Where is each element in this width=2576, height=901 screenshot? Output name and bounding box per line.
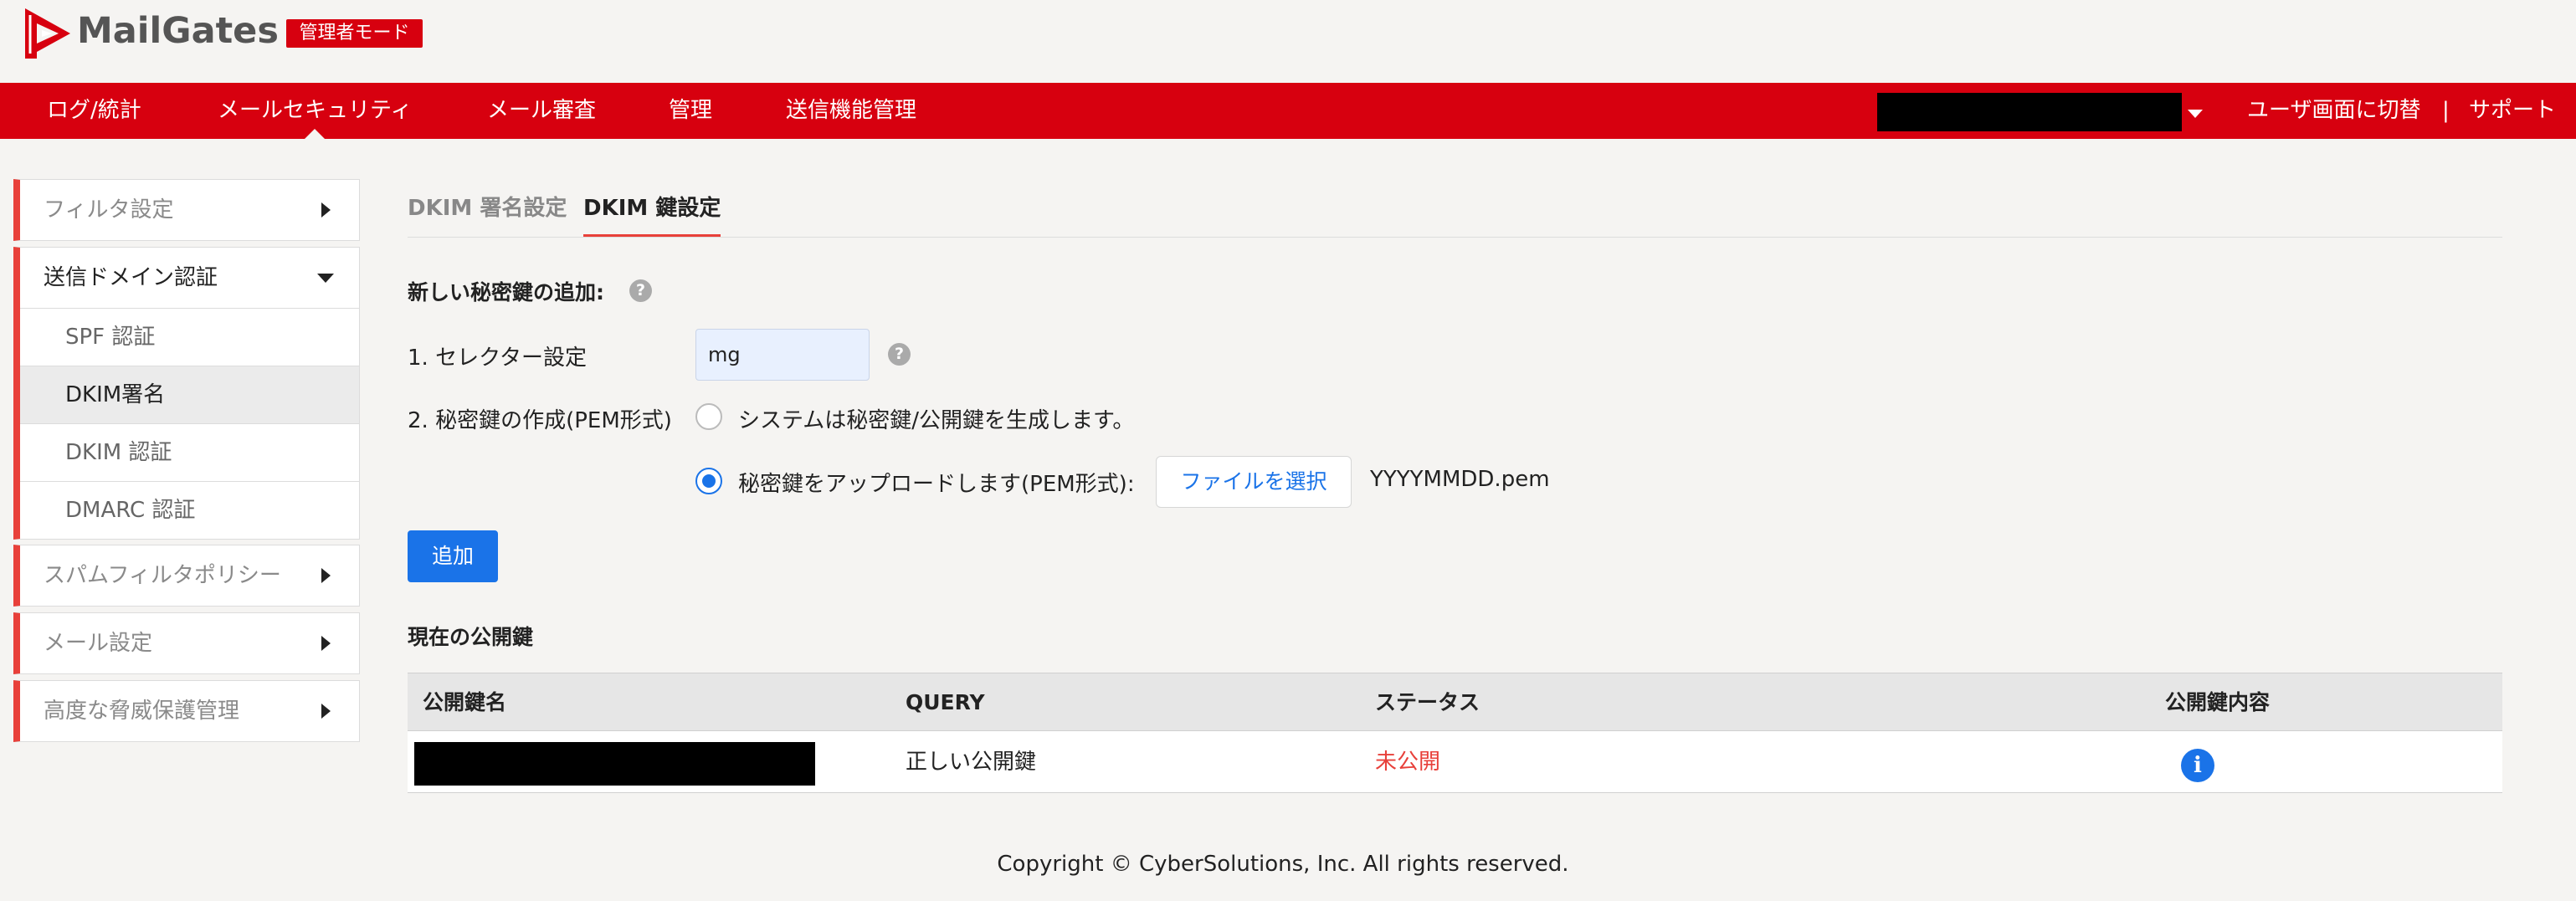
info-icon[interactable]: i	[2181, 749, 2214, 782]
help-icon[interactable]: ?	[629, 279, 652, 302]
query-cell: 正しい公開鍵	[906, 750, 1037, 775]
column-header-query: QUERY	[906, 690, 985, 714]
sidebar-group-text: 送信ドメイン認証	[44, 265, 218, 290]
sidebar-item-dkim-auth[interactable]: DKIM 認証	[20, 423, 359, 481]
chevron-down-icon[interactable]	[2188, 110, 2203, 118]
tab-dkim-key-settings[interactable]: DKIM 鍵設定	[583, 182, 721, 238]
support-link[interactable]: サポート	[2469, 83, 2556, 139]
sidebar-group-text: フィルタ設定	[44, 197, 174, 223]
selector-label: 1. セレクター設定	[408, 346, 588, 371]
switch-user-link[interactable]: ユーザ画面に切替	[2247, 83, 2420, 139]
sidebar-group-label[interactable]: メール設定	[20, 613, 359, 673]
sidebar-item-dkim-sign[interactable]: DKIM署名	[20, 366, 359, 423]
sidebar-group-label[interactable]: フィルタ設定	[20, 180, 359, 240]
sidebar-group-text: メール設定	[44, 631, 153, 656]
sidebar-group-threat-protection[interactable]: 高度な脅威保護管理	[13, 680, 360, 742]
tab-dkim-sign-settings[interactable]: DKIM 署名設定	[408, 182, 567, 238]
chevron-right-icon	[321, 704, 331, 719]
selected-file-name: YYYYMMDD.pem	[1370, 467, 1550, 492]
logo-bar: MailGates 管理者モード	[0, 0, 2576, 83]
table-header: 公開鍵名 QUERY ステータス 公開鍵内容	[408, 673, 2502, 731]
footer: Copyright © CyberSolutions, Inc. All rig…	[0, 852, 2576, 877]
nav-active-indicator	[305, 129, 325, 139]
nav-item-send-function[interactable]: 送信機能管理	[786, 83, 916, 139]
sidebar-group-text: 高度な脅威保護管理	[44, 699, 240, 724]
nav-separator: |	[2442, 98, 2450, 123]
sidebar-group-domain-auth: 送信ドメイン認証 SPF 認証 DKIM署名 DKIM 認証 DMARC 認証	[13, 247, 360, 540]
nav-item-log-stats[interactable]: ログ/統計	[47, 83, 141, 139]
sidebar-group-label[interactable]: 送信ドメイン認証	[20, 248, 359, 308]
chevron-right-icon	[321, 568, 331, 583]
column-header-name: 公開鍵名	[423, 690, 507, 714]
nav-item-admin[interactable]: 管理	[669, 83, 712, 139]
column-header-content: 公開鍵内容	[2165, 690, 2271, 714]
choose-file-button[interactable]: ファイルを選択	[1156, 456, 1352, 508]
radio-generate-key[interactable]	[695, 403, 722, 430]
sidebar-group-label[interactable]: スパムフィルタポリシー	[20, 545, 359, 606]
chevron-right-icon	[321, 636, 331, 651]
sidebar-group-label[interactable]: 高度な脅威保護管理	[20, 681, 359, 741]
add-button[interactable]: 追加	[408, 530, 498, 582]
logo-text: MailGates	[77, 10, 279, 52]
public-keys-title: 現在の公開鍵	[408, 625, 534, 649]
chevron-down-icon	[317, 274, 334, 283]
sidebar-group-spam-policy[interactable]: スパムフィルタポリシー	[13, 545, 360, 607]
status-cell: 未公開	[1375, 750, 1441, 775]
column-header-status: ステータス	[1375, 690, 1480, 714]
option-generate-label: システムは秘密鍵/公開鍵を生成します。	[738, 408, 1135, 433]
nav-item-mail-review[interactable]: メール審査	[487, 83, 596, 139]
add-key-title: 新しい秘密鍵の追加:	[408, 280, 604, 305]
option-upload-label: 秘密鍵をアップロードします(PEM形式):	[738, 472, 1135, 497]
admin-mode-badge: 管理者モード	[286, 19, 423, 48]
copyright-text: Copyright © CyberSolutions, Inc. All rig…	[997, 852, 1569, 877]
public-key-name-redacted	[414, 742, 815, 786]
radio-upload-key[interactable]	[695, 468, 722, 494]
chevron-right-icon	[321, 202, 331, 218]
sidebar-item-spf[interactable]: SPF 認証	[20, 308, 359, 366]
sidebar-item-dmarc[interactable]: DMARC 認証	[20, 481, 359, 539]
tab-divider	[408, 237, 2502, 238]
account-selector[interactable]	[1877, 93, 2182, 131]
sidebar-group-mail-settings[interactable]: メール設定	[13, 612, 360, 674]
help-icon[interactable]: ?	[888, 343, 911, 366]
sidebar-group-filter[interactable]: フィルタ設定	[13, 179, 360, 241]
selector-input[interactable]: mg	[695, 329, 870, 381]
sidebar-group-text: スパムフィルタポリシー	[44, 563, 281, 588]
create-key-label: 2. 秘密鍵の作成(PEM形式)	[408, 408, 672, 433]
mailgates-logo-icon	[25, 8, 70, 59]
